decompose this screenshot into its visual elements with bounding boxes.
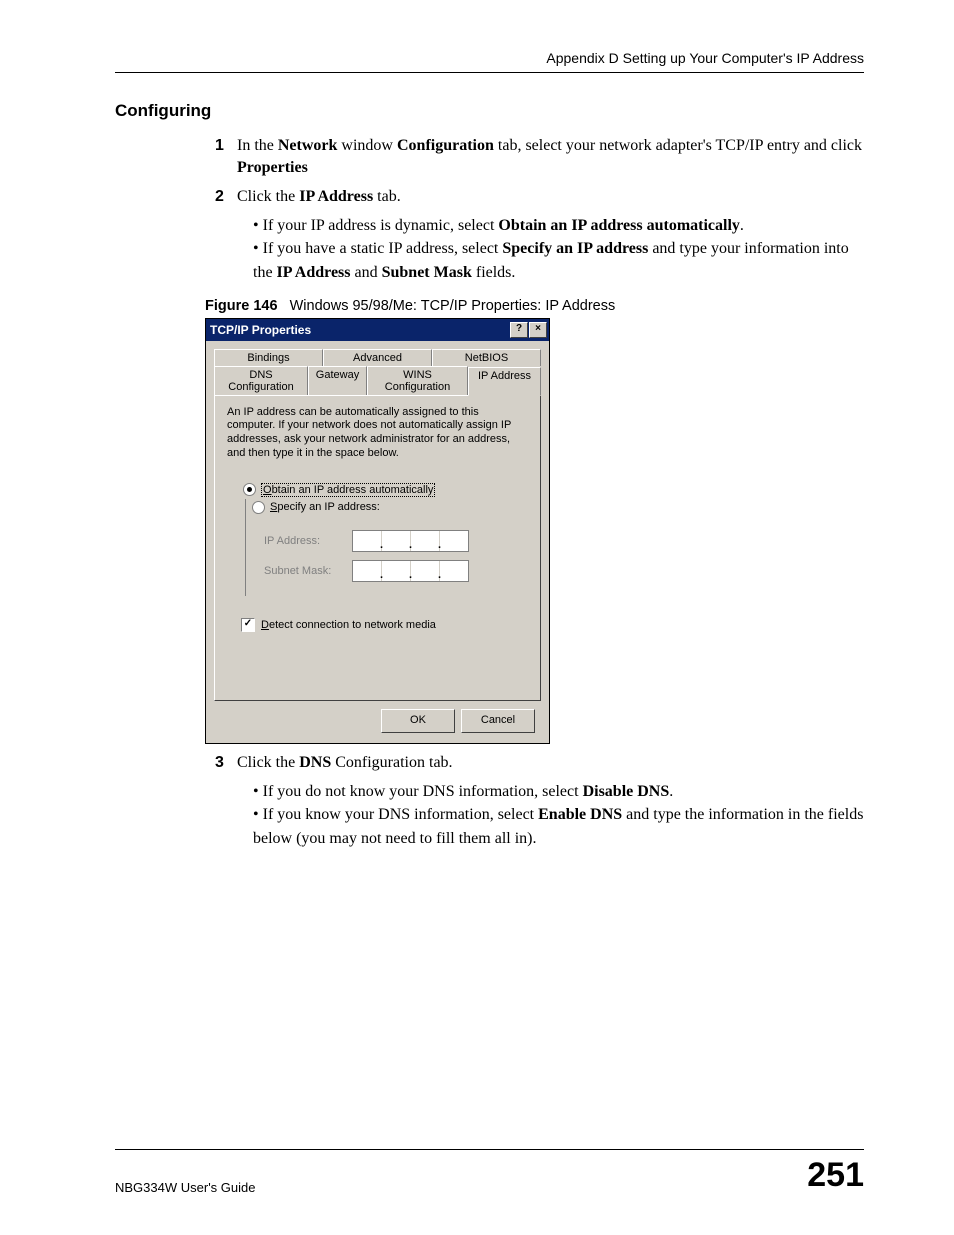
close-button[interactable]: ×	[529, 322, 547, 338]
ip-address-label: IP Address:	[264, 535, 338, 547]
subnet-mask-label: Subnet Mask:	[264, 565, 338, 577]
help-button[interactable]: ?	[510, 322, 528, 338]
tab-netbios[interactable]: NetBIOS	[432, 349, 541, 366]
cancel-button[interactable]: Cancel	[461, 709, 535, 733]
running-header: Appendix D Setting up Your Computer's IP…	[115, 50, 864, 73]
tab-wins-configuration[interactable]: WINS Configuration	[367, 366, 468, 395]
step-number: 1	[215, 135, 237, 180]
dialog-title: TCP/IP Properties	[210, 323, 311, 337]
tab-ip-address[interactable]: IP Address	[468, 367, 541, 396]
tab-dns-configuration[interactable]: DNS Configuration	[214, 366, 308, 395]
tab-advanced[interactable]: Advanced	[323, 349, 432, 366]
radio-obtain-auto[interactable]: Obtain an IP address automatically	[243, 483, 528, 497]
bullet-static: If you have a static IP address, select …	[253, 237, 864, 283]
step-number: 2	[215, 186, 237, 208]
radio-specify-ip[interactable]: Specify an IP address:	[250, 501, 516, 514]
tab-gateway[interactable]: Gateway	[308, 366, 367, 395]
step-2: 2 Click the IP Address tab.	[215, 186, 864, 208]
step-number: 3	[215, 752, 237, 774]
dialog-titlebar: TCP/IP Properties ? ×	[206, 319, 549, 341]
ip-address-field[interactable]	[352, 530, 469, 552]
footer-guide-name: NBG334W User's Guide	[115, 1180, 255, 1195]
step-3: 3 Click the DNS Configuration tab.	[215, 752, 864, 774]
radio-icon	[243, 483, 256, 496]
bullet-dynamic: If your IP address is dynamic, select Ob…	[253, 214, 864, 237]
ok-button[interactable]: OK	[381, 709, 455, 733]
tcpip-properties-dialog: TCP/IP Properties ? × Bindings Advanced …	[205, 318, 550, 744]
detect-media-checkbox[interactable]: ✓ Detect connection to network media	[241, 618, 528, 632]
page-number: 251	[807, 1156, 864, 1195]
figure-caption: Figure 146 Windows 95/98/Me: TCP/IP Prop…	[205, 298, 864, 314]
radio-icon	[252, 501, 265, 514]
tab-bindings[interactable]: Bindings	[214, 349, 323, 366]
info-text: An IP address can be automatically assig…	[227, 406, 528, 461]
checkbox-icon: ✓	[241, 618, 255, 632]
subnet-mask-field[interactable]	[352, 560, 469, 582]
section-heading: Configuring	[115, 101, 864, 121]
bullet-enable-dns: If you know your DNS information, select…	[253, 803, 864, 849]
step-1: 1 In the Network window Configuration ta…	[215, 135, 864, 180]
bullet-disable-dns: If you do not know your DNS information,…	[253, 780, 864, 803]
